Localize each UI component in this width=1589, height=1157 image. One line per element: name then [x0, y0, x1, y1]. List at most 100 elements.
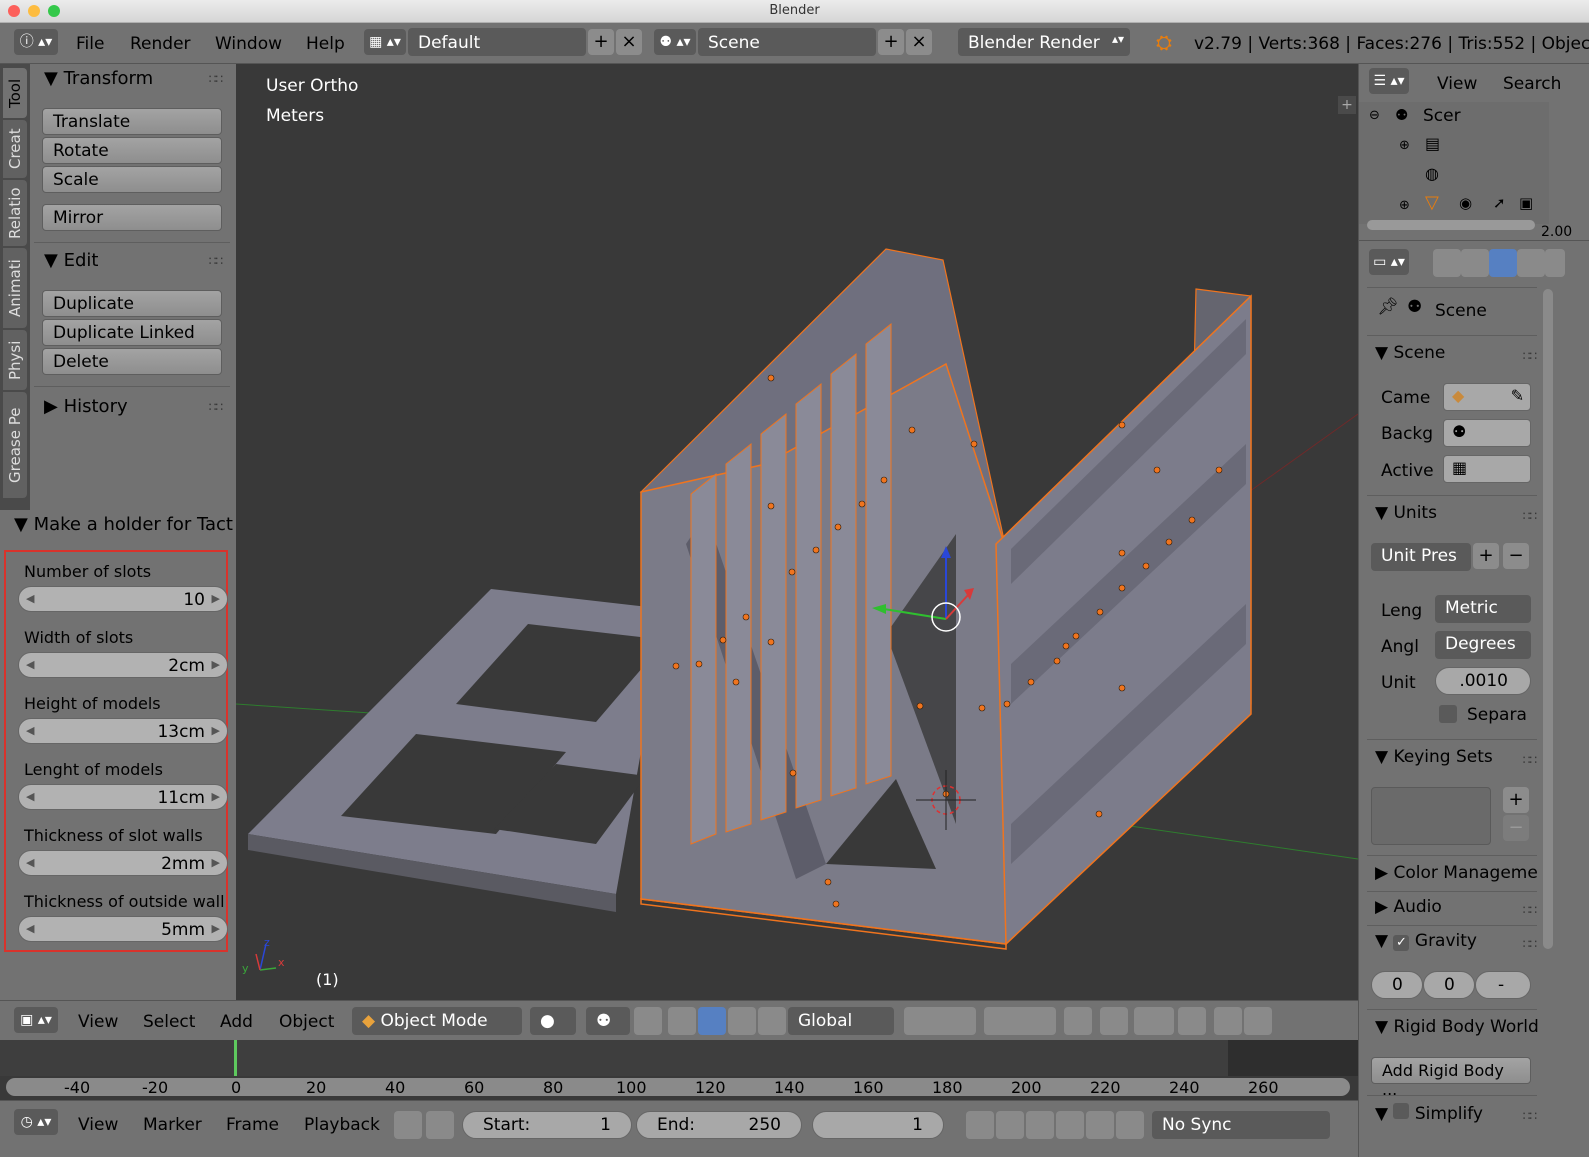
mesh-object-icon[interactable]: ▽	[1425, 192, 1439, 213]
add-unit-preset-button[interactable]: +	[1473, 543, 1499, 569]
auto-keying-icon[interactable]	[394, 1111, 422, 1139]
menu-view[interactable]: View	[78, 1012, 118, 1032]
jump-to-end-icon[interactable]	[1116, 1111, 1144, 1139]
layers-grid-left[interactable]	[904, 1007, 976, 1035]
eyedropper-icon[interactable]: ✎	[1511, 386, 1524, 405]
menu-window[interactable]: Window	[215, 34, 282, 54]
scene-icon[interactable]: ⚉ ▴▾	[654, 29, 696, 55]
separate-units-checkbox[interactable]	[1439, 705, 1457, 723]
start-frame-field[interactable]: Start: 1	[462, 1111, 632, 1139]
width-of-slots-field[interactable]: ◀ 2cm ▶	[18, 652, 228, 678]
decrement-arrow-icon[interactable]: ◀	[26, 658, 34, 671]
panel-grip-icon[interactable]: ∷∷	[209, 72, 223, 86]
history-panel-header[interactable]: ▶ History	[44, 396, 128, 417]
snap-element-icon[interactable]	[1134, 1007, 1174, 1035]
panel-grip-icon[interactable]: ∷∷	[1523, 753, 1537, 767]
number-of-slots-field[interactable]: ◀ 10 ▶	[18, 586, 228, 612]
gravity-x-field[interactable]: 0	[1371, 971, 1423, 999]
scene-panel-header[interactable]: ▼ Scene	[1375, 343, 1445, 363]
render-camera-icon[interactable]: ▣	[1519, 194, 1533, 212]
gravity-y-field[interactable]: 0	[1423, 971, 1475, 999]
panel-grip-icon[interactable]: ∷∷	[1523, 903, 1537, 917]
object-mode-dropdown[interactable]: ◆ Object Mode	[352, 1007, 522, 1035]
add-scene-button[interactable]: +	[878, 29, 904, 55]
scene-tree-item[interactable]: Scer	[1423, 106, 1461, 126]
layers-grid-right[interactable]	[984, 1007, 1056, 1035]
render-engine-dropdown[interactable]: Blender Render ▴▾	[958, 28, 1130, 56]
remove-unit-preset-button[interactable]: −	[1503, 543, 1529, 569]
sync-mode-dropdown[interactable]: No Sync	[1152, 1111, 1330, 1139]
tab-animation[interactable]: Animati	[3, 248, 27, 328]
scale-manipulator-icon[interactable]	[728, 1007, 756, 1035]
panel-grip-icon[interactable]: ∷∷	[209, 254, 223, 268]
jump-to-start-icon[interactable]	[966, 1111, 994, 1139]
remove-layout-button[interactable]: ×	[616, 29, 642, 55]
3d-view-editor-icon[interactable]: ▣ ▴▾	[14, 1007, 58, 1033]
color-management-panel-header[interactable]: ▶ Color Manageme	[1375, 863, 1538, 883]
transform-panel-header[interactable]: ▼ Transform	[44, 68, 153, 89]
angle-unit-dropdown[interactable]: Degrees	[1435, 631, 1531, 659]
rigid-body-panel-header[interactable]: ▼ Rigid Body World	[1375, 1017, 1539, 1037]
keying-sets-panel-header[interactable]: ▼ Keying Sets	[1375, 747, 1493, 767]
render-layers-tab-icon[interactable]	[1461, 249, 1489, 277]
menu-add[interactable]: Add	[220, 1012, 253, 1032]
length-unit-dropdown[interactable]: Metric	[1435, 595, 1531, 623]
increment-arrow-icon[interactable]: ▶	[212, 724, 220, 737]
audio-panel-header[interactable]: ▶ Audio	[1375, 897, 1442, 917]
timeline-menu-view[interactable]: View	[78, 1115, 118, 1135]
render-tab-camera-icon[interactable]	[1433, 249, 1461, 277]
increment-arrow-icon[interactable]: ▶	[212, 856, 220, 869]
tab-create[interactable]: Creat	[3, 120, 27, 178]
tab-tool[interactable]: Tool	[3, 68, 27, 118]
remove-scene-button[interactable]: ×	[906, 29, 932, 55]
decrement-arrow-icon[interactable]: ◀	[26, 592, 34, 605]
increment-arrow-icon[interactable]: ▶	[212, 592, 220, 605]
menu-render[interactable]: Render	[130, 34, 191, 54]
background-scene-field[interactable]: ⚉	[1443, 419, 1531, 447]
unit-presets-dropdown[interactable]: Unit Pres	[1371, 543, 1471, 571]
add-region-icon[interactable]: +	[1338, 96, 1356, 114]
jump-to-next-keyframe-icon[interactable]	[1086, 1111, 1114, 1139]
increment-arrow-icon[interactable]: ▶	[212, 790, 220, 803]
active-clip-field[interactable]: ▦	[1443, 455, 1531, 483]
menu-object[interactable]: Object	[279, 1012, 334, 1032]
manipulator-toggle-icon[interactable]	[634, 1007, 662, 1035]
transform-orientation-dropdown[interactable]: Global	[788, 1007, 894, 1035]
mirror-button[interactable]: Mirror	[42, 204, 222, 231]
add-rigid-body-world-button[interactable]: Add Rigid Body ...	[1371, 1057, 1531, 1099]
texture-tab-icon[interactable]	[1545, 249, 1565, 277]
decrement-arrow-icon[interactable]: ◀	[26, 856, 34, 869]
operator-panel-header[interactable]: ▼ Make a holder for Tactil	[14, 514, 234, 535]
delete-button[interactable]: Delete	[42, 348, 222, 375]
menu-help[interactable]: Help	[306, 34, 345, 54]
snap-target-icon[interactable]	[1178, 1007, 1206, 1035]
3d-viewport[interactable]: User Ortho Meters (1) y x z +	[236, 64, 1358, 1000]
gravity-panel-header[interactable]: ▼ ✓ Gravity	[1375, 931, 1477, 951]
current-frame-field[interactable]: 1	[812, 1111, 944, 1139]
timeline-track[interactable]	[0, 1040, 1358, 1076]
end-frame-field[interactable]: End: 250	[636, 1111, 802, 1139]
outliner-search-menu[interactable]: Search	[1503, 74, 1561, 94]
screen-layout-icon[interactable]: ▦ ▴▾	[364, 29, 406, 55]
pivot-point-dropdown[interactable]: ⚉	[586, 1007, 630, 1035]
length-of-models-field[interactable]: ◀ 11cm ▶	[18, 784, 228, 810]
simplify-panel-header[interactable]: ▼ Simplify	[1375, 1103, 1483, 1124]
jump-to-previous-keyframe-icon[interactable]	[996, 1111, 1024, 1139]
add-keying-set-button[interactable]: +	[1503, 787, 1529, 813]
translate-button[interactable]: Translate	[42, 108, 222, 135]
select-cursor-icon[interactable]: ➚	[1493, 194, 1506, 212]
scene-tab-icon[interactable]	[1489, 249, 1517, 277]
decrement-arrow-icon[interactable]: ◀	[26, 790, 34, 803]
units-panel-header[interactable]: ▼ Units	[1375, 503, 1437, 523]
decrement-arrow-icon[interactable]: ◀	[26, 724, 34, 737]
outside-wall-thickness-field[interactable]: ◀ 5mm ▶	[18, 916, 228, 942]
increment-arrow-icon[interactable]: ▶	[212, 658, 220, 671]
pin-icon[interactable]: 📌︎	[1377, 297, 1399, 317]
play-icon[interactable]	[1056, 1111, 1084, 1139]
tab-physics[interactable]: Physi	[3, 330, 27, 390]
current-frame-indicator[interactable]	[234, 1040, 237, 1076]
duplicate-button[interactable]: Duplicate	[42, 290, 222, 317]
visibility-eye-icon[interactable]: ◉	[1459, 194, 1472, 212]
timeline-editor-icon[interactable]: ◷ ▴▾	[14, 1109, 58, 1135]
lock-icon[interactable]	[426, 1111, 454, 1139]
